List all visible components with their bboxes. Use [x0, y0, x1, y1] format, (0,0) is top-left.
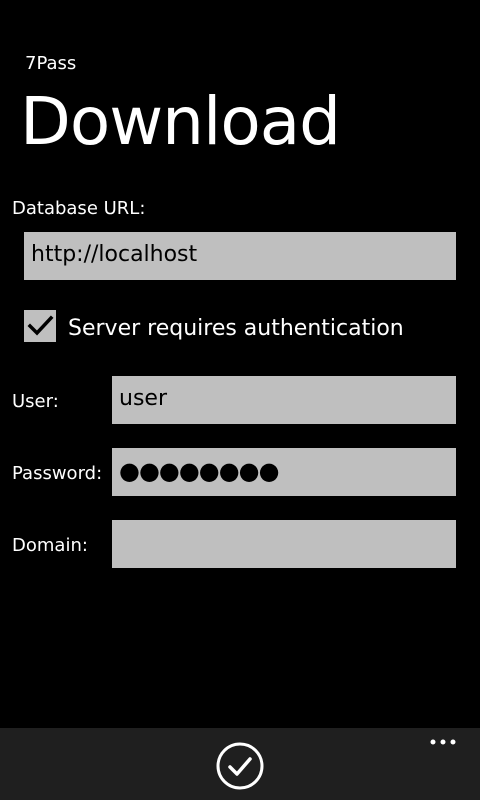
- password-label: Password:: [12, 463, 103, 484]
- check-circle-icon: [216, 742, 264, 790]
- database-url-label: Database URL:: [12, 198, 146, 219]
- domain-label: Domain:: [12, 535, 88, 556]
- user-label: User:: [12, 391, 59, 412]
- confirm-button[interactable]: [214, 740, 266, 792]
- ellipsis-icon: [430, 739, 456, 745]
- password-input[interactable]: ●●●●●●●●: [112, 448, 456, 496]
- domain-input[interactable]: [112, 520, 456, 568]
- database-url-input[interactable]: http://localhost: [24, 232, 456, 280]
- page-title: Download: [20, 83, 341, 160]
- auth-checkbox[interactable]: [24, 310, 56, 342]
- more-menu-button[interactable]: [428, 732, 462, 752]
- app-name: 7Pass: [25, 53, 77, 74]
- checkmark-icon: [27, 315, 54, 336]
- user-input[interactable]: user: [112, 376, 456, 424]
- application-bar: [0, 728, 480, 800]
- auth-checkbox-label[interactable]: Server requires authentication: [68, 315, 404, 343]
